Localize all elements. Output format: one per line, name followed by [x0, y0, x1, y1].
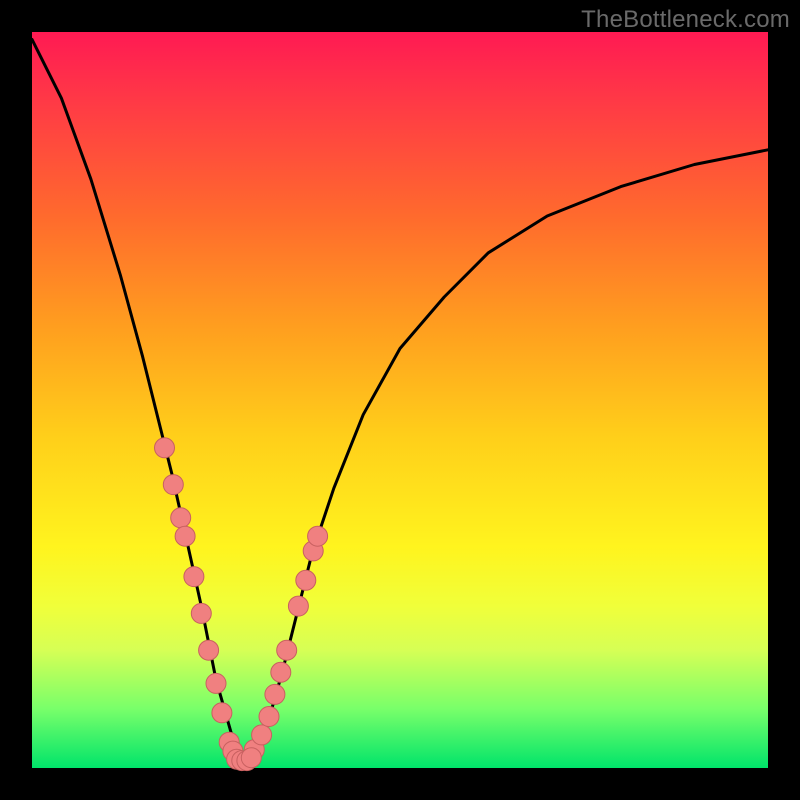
marker-right [265, 684, 285, 704]
marker-left [212, 703, 232, 723]
marker-left [206, 673, 226, 693]
marker-right [296, 570, 316, 590]
marker-right [288, 596, 308, 616]
marker-left [163, 475, 183, 495]
marker-left [184, 567, 204, 587]
marker-left [191, 603, 211, 623]
marker-left [171, 508, 191, 528]
marker-left [155, 438, 175, 458]
marker-right [252, 725, 272, 745]
chart-frame: TheBottleneck.com [0, 0, 800, 800]
watermark-text: TheBottleneck.com [581, 6, 790, 34]
bottleneck-curve [32, 39, 768, 760]
curve-svg [32, 32, 768, 768]
marker-left [175, 526, 195, 546]
marker-valley [241, 748, 261, 768]
marker-right [308, 526, 328, 546]
marker-right [277, 640, 297, 660]
plot-area [32, 32, 768, 768]
marker-right [259, 707, 279, 727]
marker-right [271, 662, 291, 682]
marker-left [199, 640, 219, 660]
marker-group [155, 438, 328, 771]
